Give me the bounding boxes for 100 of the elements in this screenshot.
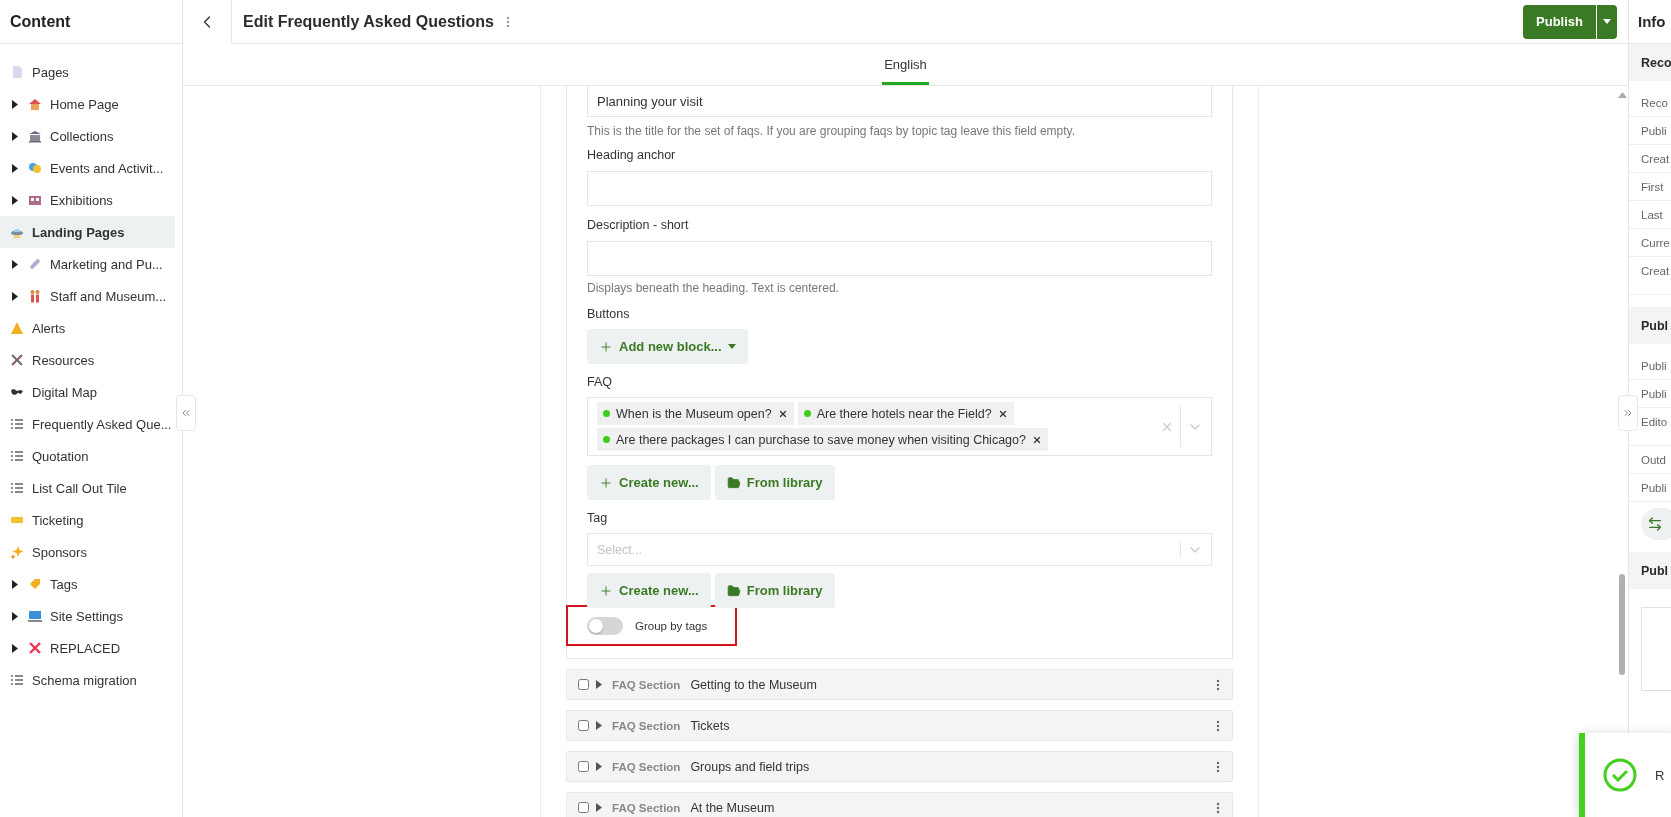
faq-chip[interactable]: When is the Museum open?: [597, 402, 794, 425]
publish-menu-button[interactable]: [1597, 4, 1617, 39]
scroll-up-icon[interactable]: [1617, 92, 1627, 98]
section-title: Getting to the Museum: [690, 677, 818, 692]
add-block-button[interactable]: Add new block...: [587, 329, 748, 364]
caret-icon[interactable]: [596, 803, 602, 812]
heading-anchor-field[interactable]: [587, 171, 1212, 206]
row-checkbox[interactable]: [578, 802, 589, 813]
more-icon[interactable]: [1216, 719, 1220, 732]
caret-icon[interactable]: [596, 762, 602, 771]
caret-icon: [12, 291, 18, 301]
status-dot: [803, 410, 811, 417]
field-label: Heading anchor: [587, 147, 677, 163]
swap-button[interactable]: [1641, 508, 1671, 540]
create-new-button[interactable]: Create new...: [587, 465, 711, 500]
panel-section-header[interactable]: Reco: [1629, 44, 1671, 81]
computer-icon: [28, 609, 42, 623]
info-row-label: Last: [1629, 201, 1671, 229]
more-icon[interactable]: [1216, 760, 1220, 773]
sidebar-item[interactable]: Alerts: [0, 312, 175, 344]
sidebar-item[interactable]: Sponsors: [0, 536, 175, 568]
sidebar-item[interactable]: Resources: [0, 344, 175, 376]
caret-icon: [12, 99, 18, 109]
sidebar-item[interactable]: Tags: [0, 568, 175, 600]
caret-icon[interactable]: [596, 721, 602, 730]
list-icon: [10, 417, 24, 431]
remove-icon[interactable]: [997, 408, 1008, 419]
tag-icon: [28, 577, 42, 591]
title-field[interactable]: Planning your visit: [587, 86, 1212, 117]
caret-icon: [12, 259, 18, 269]
sidebar-item[interactable]: Digital Map: [0, 376, 175, 408]
create-new-button[interactable]: Create new...: [587, 573, 711, 608]
cross-icon: [28, 641, 42, 655]
field-hint: This is the title for the set of faqs. If you are grouping faqs by topic tag leave this field empty.: [587, 123, 1077, 139]
caret-icon[interactable]: [596, 680, 602, 689]
description-field[interactable]: [587, 241, 1212, 276]
faq-chip[interactable]: Are there packages I can purchase to save money when visiting Chicago?: [597, 428, 1048, 451]
row-checkbox[interactable]: [578, 679, 589, 690]
info-row-label: Publi: [1629, 474, 1671, 502]
faq-select-field[interactable]: When is the Museum open? Are there hotels near the Field? Are there packages I can purchase to save money when visiting Chicago?: [587, 397, 1212, 456]
plus-icon: [599, 475, 613, 490]
publish-button[interactable]: Publish: [1523, 4, 1596, 39]
section-type: FAQ Section: [612, 678, 681, 691]
sidebar-item[interactable]: Frequently Asked Que...: [0, 408, 175, 440]
sparkles-icon: [10, 545, 24, 559]
sidebar-item[interactable]: List Call Out Tile: [0, 472, 175, 504]
more-icon[interactable]: [506, 15, 510, 28]
caret-down-icon: [1603, 19, 1611, 24]
sidebar-item[interactable]: Events and Activit...: [0, 152, 175, 184]
status-dot: [603, 410, 610, 417]
caret-icon: [12, 131, 18, 141]
more-icon[interactable]: [1216, 801, 1220, 814]
from-library-button[interactable]: From library: [714, 465, 835, 500]
sidebar-item[interactable]: REPLACED: [0, 632, 175, 664]
sidebar-item[interactable]: Schema migration: [0, 664, 175, 696]
caret-icon: [12, 163, 18, 173]
section-row[interactable]: FAQ Section Groups and field trips: [566, 751, 1233, 782]
sidebar-item[interactable]: Exhibitions: [0, 184, 175, 216]
chevrons-right-icon: [1622, 407, 1634, 419]
sidebar-item[interactable]: Marketing and Pu...: [0, 248, 175, 280]
plus-icon: [599, 339, 613, 354]
sidebar-item[interactable]: Collections: [0, 120, 175, 152]
panel-section-header[interactable]: Publ: [1629, 307, 1671, 344]
sidebar-item[interactable]: Pages: [0, 56, 175, 88]
caret-icon: [12, 195, 18, 205]
from-library-button[interactable]: From library: [714, 573, 835, 608]
scrollbar-thumb[interactable]: [1619, 574, 1625, 675]
info-row-label: Creat: [1629, 145, 1671, 173]
info-row-label: Curre: [1629, 229, 1671, 257]
sidebar-item[interactable]: Ticketing: [0, 504, 175, 536]
section-title: Groups and field trips: [690, 759, 811, 774]
folder-icon: [726, 475, 741, 490]
toggle-label: Group by tags: [635, 619, 708, 632]
row-checkbox[interactable]: [578, 761, 589, 772]
sidebar-item[interactable]: Staff and Museum...: [0, 280, 175, 312]
sidebar-item[interactable]: Home Page: [0, 88, 175, 120]
info-row-label: Publi: [1629, 352, 1671, 380]
group-by-tags-toggle[interactable]: [587, 616, 623, 635]
sidebar-item[interactable]: Site Settings: [0, 600, 175, 632]
remove-icon[interactable]: [777, 408, 788, 419]
toast-message: R: [1655, 767, 1665, 783]
panel-section-header[interactable]: Publ: [1629, 552, 1671, 589]
faq-chip[interactable]: Are there hotels near the Field?: [797, 402, 1014, 425]
section-title: Tickets: [690, 718, 731, 733]
building-icon: [28, 129, 42, 143]
caret-icon: [12, 643, 18, 653]
section-row[interactable]: FAQ Section Getting to the Museum: [566, 669, 1233, 700]
list-icon: [10, 481, 24, 495]
info-row-label: Creat: [1629, 257, 1671, 295]
sidebar-item[interactable]: Quotation: [0, 440, 175, 472]
more-icon[interactable]: [1216, 678, 1220, 691]
section-row[interactable]: FAQ Section Tickets: [566, 710, 1233, 741]
check-circle-icon: [1603, 758, 1637, 792]
row-checkbox[interactable]: [578, 720, 589, 731]
field-label: Tag: [587, 510, 609, 526]
swap-icon: [1647, 516, 1663, 532]
sidebar-item[interactable]: Landing Pages: [0, 216, 175, 248]
remove-icon[interactable]: [1031, 434, 1042, 445]
section-row[interactable]: FAQ Section At the Museum: [566, 792, 1233, 817]
info-row-label: First: [1629, 173, 1671, 201]
